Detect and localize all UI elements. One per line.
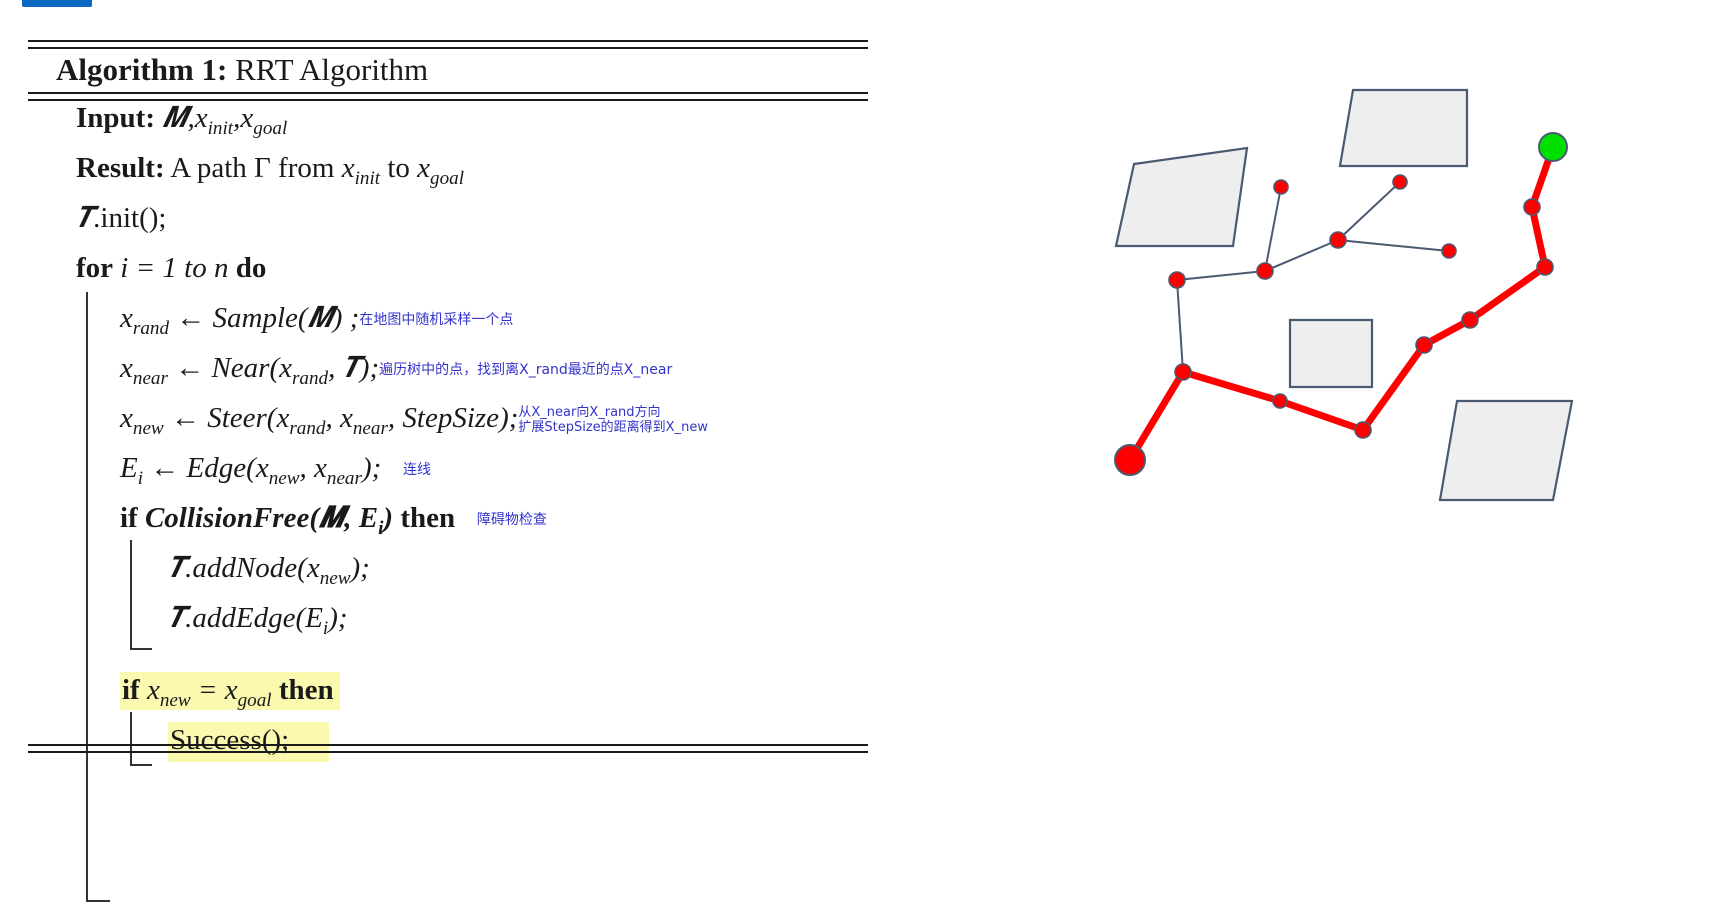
tree-node	[1329, 231, 1347, 249]
tree-node	[1256, 262, 1274, 280]
path-node	[1354, 421, 1372, 439]
if2-keyword: if	[122, 674, 140, 706]
edge-expression: Ei ← Edge(xnew, xnear);	[120, 452, 382, 489]
annotation-steer: 从X_near向X_rand方向 扩展StepSize的距离得到X_new	[518, 405, 708, 435]
start-node	[1114, 444, 1146, 476]
line-sample: xrand ← Sample(𝑴) ;在地图中随机采样一个点	[28, 302, 873, 352]
input-keyword: Input:	[76, 102, 155, 134]
algorithm-title-name: RRT Algorithm	[235, 52, 429, 87]
add-edge-call: 𝑻.addEdge(Ei);	[168, 602, 348, 639]
path-node	[1523, 198, 1541, 216]
path-node	[1415, 336, 1433, 354]
path-node	[1536, 258, 1554, 276]
algorithm-title: Algorithm 1: RRT Algorithm	[56, 52, 428, 88]
tree-edge	[1264, 186, 1282, 272]
tree-edge	[1337, 181, 1401, 241]
rrt-diagram	[985, 35, 1705, 505]
tree-node	[1392, 174, 1408, 190]
result-text: A path Γ from xinit to xgoal	[170, 152, 465, 189]
goal-expression: xnew = xgoal	[146, 674, 272, 711]
annotation-steer-line1: 从X_near向X_rand方向	[518, 405, 661, 421]
input-arguments: 𝑴,xinit,xgoal	[162, 102, 288, 139]
tree-node	[1273, 179, 1289, 195]
annotation-near: 遍历树中的点，找到离X_rand最近的点X_near	[379, 362, 673, 378]
result-keyword: Result:	[76, 152, 165, 184]
algorithm-block: Algorithm 1: RRT Algorithm Input: 𝑴,xini…	[28, 40, 873, 902]
annotation-steer-line2: 扩展StepSize的距离得到X_new	[518, 420, 708, 436]
near-expression: xnear ← Near(xrand, 𝑻);	[120, 352, 380, 389]
obstacle-parallelogram-right	[1438, 399, 1574, 502]
algorithm-rule-mid	[28, 92, 868, 101]
line-if-goal: if xnew = xgoal then	[28, 672, 873, 766]
success-highlight: Success();	[168, 722, 330, 762]
rrt-diagram-svg	[1114, 88, 1574, 502]
line-near: xnear ← Near(xrand, 𝑻);遍历树中的点，找到离X_rand最…	[28, 352, 873, 402]
algorithm-rule-bottom	[28, 744, 868, 753]
path-node	[1174, 363, 1192, 381]
path-node	[1272, 393, 1288, 409]
line-if-collision: if CollisionFree(𝑴, Ei) then 障碍物检查	[28, 502, 873, 650]
do-keyword: do	[235, 252, 267, 284]
for-keyword: for	[76, 252, 114, 284]
algorithm-rule-top	[28, 40, 868, 49]
for-expression: i = 1 to n	[120, 252, 229, 284]
then-keyword: then	[400, 502, 456, 534]
steer-expression: xnew ← Steer(xrand, xnear, StepSize);	[120, 402, 519, 439]
annotation-collision: 障碍物检查	[476, 512, 547, 528]
line-result: Result: A path Γ from xinit to xgoal	[28, 152, 873, 202]
collision-expression: CollisionFree(𝑴, Ei)	[144, 502, 401, 539]
path-node	[1461, 311, 1479, 329]
tree-edge	[1176, 270, 1266, 281]
algorithm-body: Input: 𝑴,xinit,xgoal Result: A path Γ fr…	[28, 102, 873, 902]
tree-edge	[1176, 279, 1184, 373]
tree-edge	[1264, 239, 1339, 272]
obstacle-rect-top	[1338, 88, 1469, 168]
tree-init-call: 𝑻.init();	[76, 202, 167, 234]
line-for-loop: for i = 1 to n do	[28, 252, 873, 902]
algorithm-title-label: Algorithm 1:	[56, 52, 228, 87]
tree-node	[1441, 243, 1457, 259]
line-tree-init: 𝑻.init();	[28, 202, 873, 252]
line-spacer	[28, 652, 873, 674]
tree-node	[1168, 271, 1186, 289]
sample-expression: xrand ← Sample(𝑴) ;	[120, 302, 360, 339]
line-steer: xnew ← Steer(xrand, xnear, StepSize);从X_…	[28, 402, 873, 452]
line-add-edge: 𝑻.addEdge(Ei);	[28, 602, 873, 652]
line-edge: Ei ← Edge(xnew, xnear); 连线	[28, 452, 873, 502]
goal-check-highlight: if xnew = xgoal then	[120, 672, 340, 711]
add-node-call: 𝑻.addNode(xnew);	[168, 552, 370, 589]
obstacle-rect-center	[1288, 318, 1374, 389]
if-keyword: if	[120, 502, 138, 534]
line-add-node: 𝑻.addNode(xnew);	[28, 552, 873, 602]
then2-keyword: then	[278, 674, 334, 706]
tree-edge	[1337, 239, 1450, 252]
goal-node	[1538, 132, 1568, 162]
annotation-edge: 连线	[403, 462, 432, 478]
annotation-sample: 在地图中随机采样一个点	[359, 312, 514, 328]
obstacle-parallelogram-left	[1114, 146, 1249, 248]
slide-accent-bar	[22, 0, 92, 7]
line-input: Input: 𝑴,xinit,xgoal	[28, 102, 873, 152]
